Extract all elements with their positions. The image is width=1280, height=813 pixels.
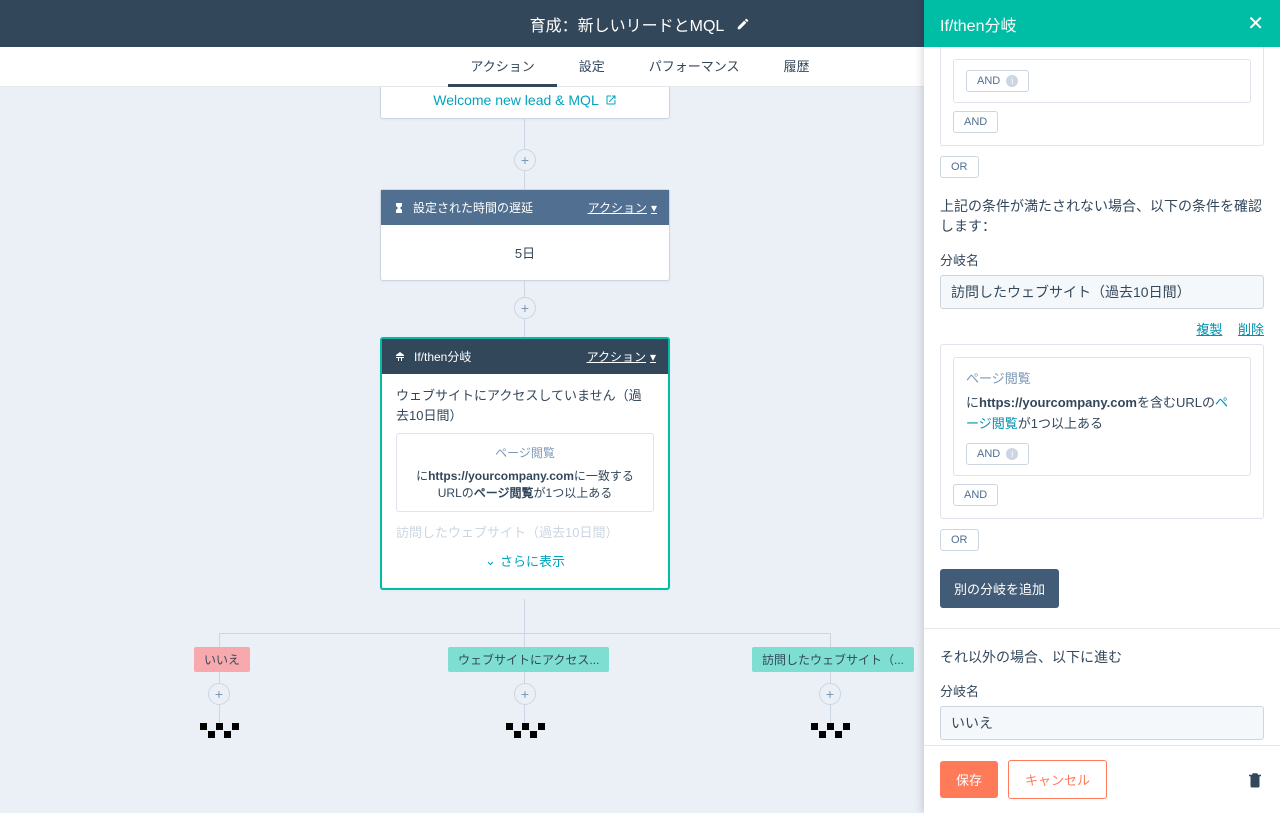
end-icon bbox=[199, 723, 239, 738]
panel-header: If/then分岐 ✕ bbox=[924, 0, 1280, 47]
or-pill[interactable]: OR bbox=[940, 529, 979, 551]
branch-icon bbox=[394, 351, 406, 363]
page-title: 育成：新しいリードとMQL bbox=[530, 12, 725, 36]
duplicate-link[interactable]: 複製 bbox=[1196, 322, 1222, 337]
add-step-button[interactable]: + bbox=[208, 683, 230, 705]
add-step-button[interactable]: + bbox=[514, 683, 536, 705]
note-text: 上記の条件が満たされない場合、以下の条件を確認します： bbox=[940, 196, 1264, 236]
trash-icon[interactable] bbox=[1246, 771, 1264, 789]
close-icon[interactable]: ✕ bbox=[1247, 11, 1264, 36]
criteria-box[interactable]: ページ閲覧 にhttps://yourcompany.comを含むURLのページ… bbox=[953, 357, 1251, 476]
field-label: 分岐名 bbox=[940, 250, 1264, 269]
node-email[interactable]: Welcome new lead & MQL bbox=[380, 87, 670, 119]
show-more-button[interactable]: ⌄さらに表示 bbox=[396, 541, 654, 576]
branch-name-input[interactable] bbox=[940, 706, 1264, 740]
branch-chip-yes1[interactable]: ウェブサイトにアクセス... bbox=[448, 647, 609, 672]
tab-performance[interactable]: パフォーマンス bbox=[627, 47, 762, 87]
branch-chip-no[interactable]: いいえ bbox=[194, 647, 250, 672]
delete-link[interactable]: 削除 bbox=[1238, 322, 1264, 337]
or-pill[interactable]: OR bbox=[940, 156, 979, 178]
else-heading: それ以外の場合、以下に進む bbox=[940, 647, 1264, 667]
and-pill[interactable]: AND bbox=[953, 111, 998, 133]
external-link-icon bbox=[605, 94, 617, 106]
email-link[interactable]: Welcome new lead & MQL bbox=[381, 87, 669, 118]
tab-action[interactable]: アクション bbox=[448, 47, 556, 87]
connector bbox=[524, 599, 525, 633]
and-pill[interactable]: AND bbox=[953, 484, 998, 506]
node-action-menu[interactable]: アクション▾ bbox=[588, 199, 657, 216]
field-label: 分岐名 bbox=[940, 681, 1264, 700]
add-step-button[interactable]: + bbox=[819, 683, 841, 705]
end-icon bbox=[810, 723, 850, 738]
branch-name-input[interactable] bbox=[940, 275, 1264, 309]
connector bbox=[219, 633, 831, 634]
side-panel: If/then分岐 ✕ ANDi AND OR 上記の条件が満たされない場合、以… bbox=[924, 0, 1280, 813]
add-branch-button[interactable]: 別の分岐を追加 bbox=[940, 569, 1059, 608]
add-step-button[interactable]: + bbox=[514, 149, 536, 171]
tab-settings[interactable]: 設定 bbox=[557, 47, 627, 87]
cancel-button[interactable]: キャンセル bbox=[1008, 760, 1107, 799]
save-button[interactable]: 保存 bbox=[940, 761, 998, 798]
node-delay[interactable]: 設定された時間の遅延 アクション▾ 5日 bbox=[380, 189, 670, 281]
add-step-button[interactable]: + bbox=[514, 297, 536, 319]
hourglass-icon bbox=[393, 202, 405, 214]
edit-icon[interactable] bbox=[736, 17, 750, 31]
node-action-menu[interactable]: アクション▾ bbox=[587, 348, 656, 365]
delay-value: 5日 bbox=[381, 225, 669, 280]
node-branch[interactable]: If/then分岐 アクション▾ ウェブサイトにアクセスしていません（過去10日… bbox=[380, 337, 670, 590]
branch-chip-yes2[interactable]: 訪問したウェブサイト（... bbox=[752, 647, 914, 672]
and-pill[interactable]: ANDi bbox=[966, 70, 1029, 92]
condition-box: ページ閲覧 にhttps://yourcompany.comに一致するURLのペ… bbox=[396, 433, 654, 512]
branch-condition-title: ウェブサイトにアクセスしていません（過去10日間） bbox=[396, 386, 654, 425]
and-pill[interactable]: ANDi bbox=[966, 443, 1029, 465]
tab-history[interactable]: 履歴 bbox=[762, 47, 832, 87]
end-icon bbox=[505, 723, 545, 738]
